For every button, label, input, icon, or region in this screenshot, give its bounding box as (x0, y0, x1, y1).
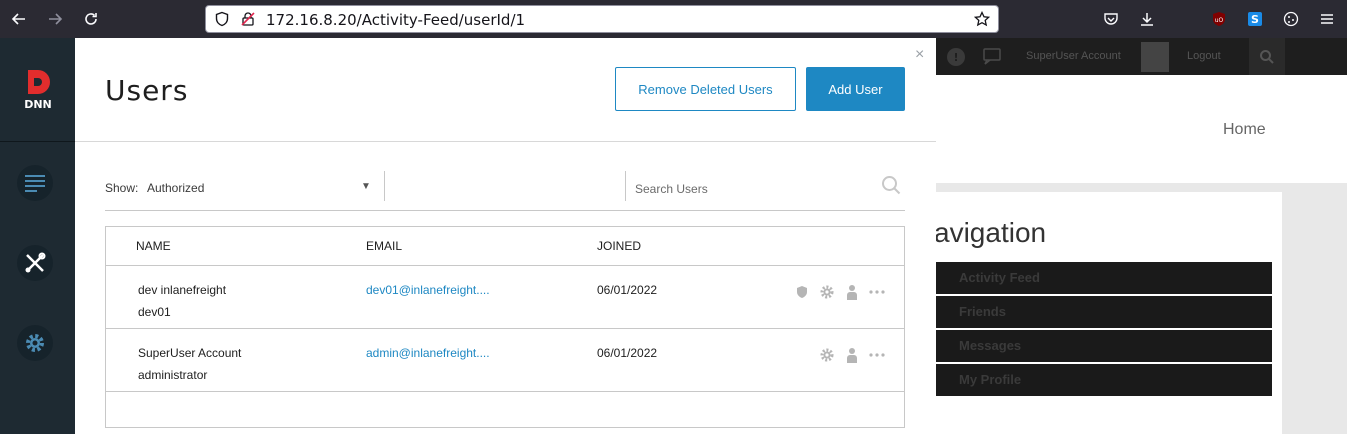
download-icon[interactable] (1137, 9, 1157, 29)
user-display-name: SuperUser Account (138, 346, 242, 360)
table-row[interactable]: SuperUser Account administrator admin@in… (106, 329, 904, 392)
modal-header: Users Remove Deleted Users Add User × (75, 38, 936, 142)
user-email-link[interactable]: dev01@inlanefreight.... (366, 283, 490, 297)
column-header-joined: JOINED (597, 239, 642, 253)
cookie-extension-icon[interactable] (1281, 9, 1301, 29)
notification-icon[interactable]: ! (946, 47, 966, 72)
divider (625, 171, 626, 201)
user-profile-icon[interactable] (844, 284, 860, 300)
forward-icon[interactable] (45, 9, 65, 29)
bookmark-star-icon[interactable] (973, 10, 991, 32)
nav-item-activity-feed[interactable]: Activity Feed (936, 262, 1272, 294)
search-users-input[interactable] (635, 176, 865, 202)
add-user-button[interactable]: Add User (806, 67, 905, 111)
remove-deleted-users-button[interactable]: Remove Deleted Users (615, 67, 796, 111)
content-icon[interactable] (17, 165, 53, 201)
user-username: dev01 (138, 305, 171, 319)
site-header: Home (936, 75, 1347, 183)
messages-icon[interactable] (982, 45, 1006, 72)
dnn-logo[interactable]: DNN (0, 38, 75, 142)
site-topbar: ! SuperUser Account Logout (936, 38, 1347, 75)
insecure-lock-icon[interactable] (240, 11, 256, 32)
home-link[interactable]: Home (1223, 121, 1266, 139)
manage-tools-icon[interactable] (17, 245, 53, 281)
modal-title: Users (105, 74, 189, 107)
s-extension-icon[interactable]: S (1245, 9, 1265, 29)
column-header-email: EMAIL (366, 239, 403, 253)
row-actions (794, 284, 885, 300)
url-text[interactable]: 172.16.8.20/Activity-Feed/userId/1 (266, 11, 525, 29)
chevron-down-icon[interactable]: ▼ (361, 181, 371, 192)
users-modal: Users Remove Deleted Users Add User × Sh… (75, 38, 936, 434)
gear-icon[interactable] (819, 284, 835, 300)
user-username: administrator (138, 368, 208, 382)
browser-toolbar: 172.16.8.20/Activity-Feed/userId/1 uO S (0, 0, 1347, 38)
nav-item-my-profile[interactable]: My Profile (936, 364, 1272, 396)
shield-icon[interactable] (214, 11, 230, 32)
show-filter-dropdown[interactable]: Authorized (147, 181, 204, 195)
user-display-name: dev inlanefreight (138, 283, 227, 297)
gear-icon[interactable] (819, 347, 835, 363)
svg-text:uO: uO (1215, 17, 1224, 24)
divider (384, 171, 385, 201)
avatar[interactable] (1141, 42, 1169, 72)
topbar-user-link[interactable]: SuperUser Account (1026, 50, 1121, 62)
show-filter-label: Show: (105, 181, 139, 195)
logo-text: DNN (24, 98, 52, 111)
user-joined-date: 06/01/2022 (597, 283, 658, 297)
users-table: NAME EMAIL JOINED dev inlanefreight dev0… (105, 226, 905, 428)
url-bar[interactable]: 172.16.8.20/Activity-Feed/userId/1 (205, 5, 999, 33)
menu-icon[interactable] (1317, 9, 1337, 29)
filter-bar: Show: Authorized ▼ (105, 171, 905, 211)
pocket-icon[interactable] (1101, 9, 1121, 29)
svg-text:!: ! (953, 51, 958, 64)
nav-panel-title: avigation (934, 217, 1047, 248)
user-email-link[interactable]: admin@inlanefreight.... (366, 346, 490, 360)
more-options-icon[interactable] (869, 284, 885, 300)
topbar-logout-link[interactable]: Logout (1187, 50, 1221, 62)
nav-item-messages[interactable]: Messages (936, 330, 1272, 362)
persona-bar: DNN (0, 38, 75, 434)
more-options-icon[interactable] (869, 347, 885, 363)
search-icon[interactable] (881, 175, 901, 200)
user-joined-date: 06/01/2022 (597, 346, 658, 360)
nav-item-friends[interactable]: Friends (936, 296, 1272, 328)
svg-text:S: S (1251, 13, 1259, 26)
shield-icon[interactable] (794, 284, 810, 300)
user-profile-icon[interactable] (844, 347, 860, 363)
site-search-icon[interactable] (1249, 38, 1285, 75)
reload-icon[interactable] (81, 9, 101, 29)
table-row[interactable]: dev inlanefreight dev01 dev01@inlanefrei… (106, 266, 904, 329)
back-icon[interactable] (9, 9, 29, 29)
settings-gear-icon[interactable] (17, 325, 53, 361)
close-icon[interactable]: × (915, 46, 924, 64)
row-actions (819, 347, 885, 363)
ublock-extension-icon[interactable]: uO (1209, 9, 1229, 29)
column-header-name: NAME (136, 239, 171, 253)
